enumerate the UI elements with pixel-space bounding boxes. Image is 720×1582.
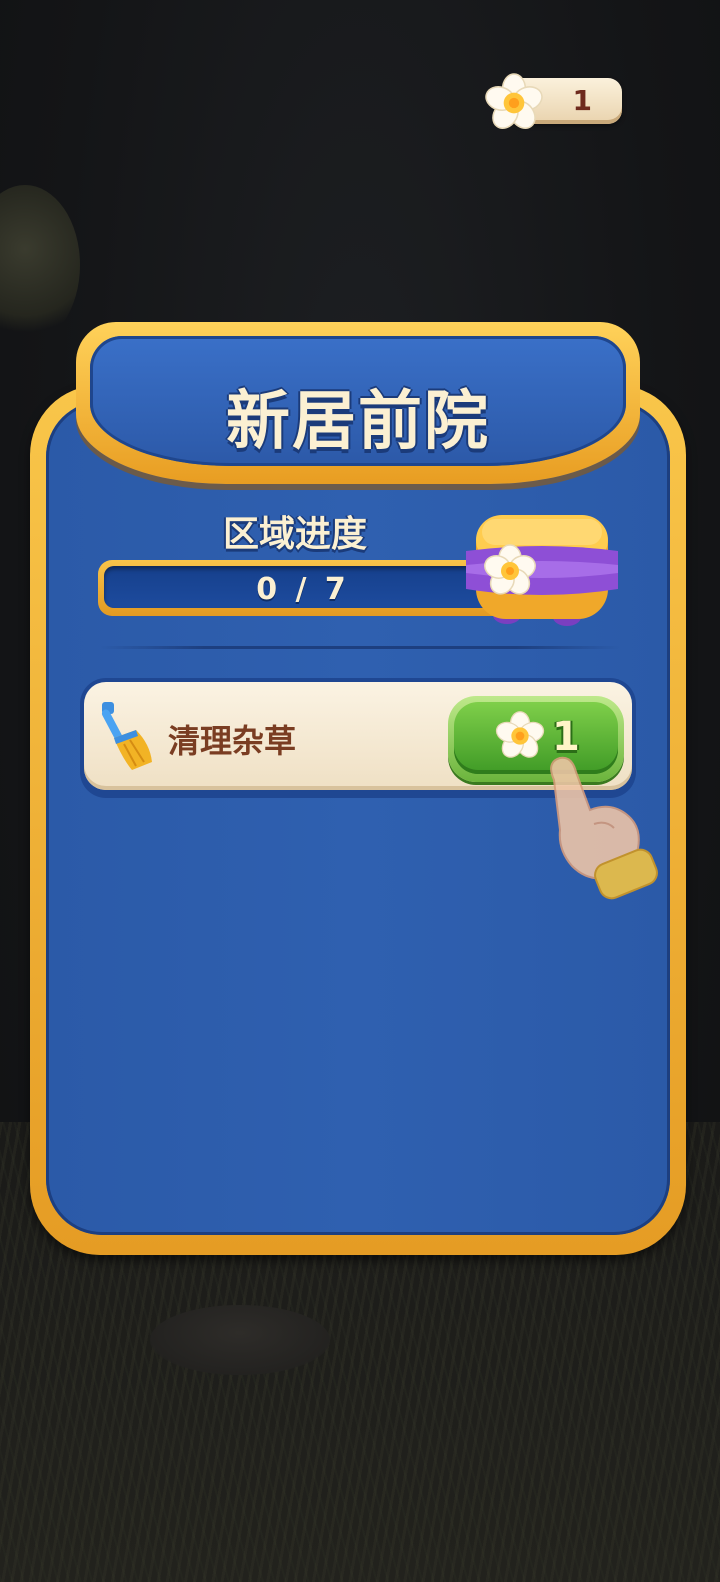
divider [100, 646, 620, 649]
progress-bar: 0 / 7 [98, 560, 508, 616]
pointing-hand-icon [550, 756, 658, 900]
panel-title: 新居前院 [226, 385, 490, 459]
broom-icon [101, 702, 152, 770]
background-tree [0, 185, 80, 345]
title-banner: 新居前院 [76, 322, 640, 484]
currency-value: 1 [572, 84, 592, 117]
progress-label: 区域进度 [222, 514, 367, 555]
progress-text: 0 / 7 [256, 572, 350, 607]
background-rock [150, 1305, 330, 1375]
title-banner-inner: 新居前院 [90, 336, 626, 466]
flower-icon [485, 73, 543, 129]
treasure-chest-icon[interactable] [462, 505, 622, 631]
task-label-clear-weeds: 清理杂草 [168, 722, 297, 760]
progress-track: 0 / 7 [104, 566, 502, 608]
